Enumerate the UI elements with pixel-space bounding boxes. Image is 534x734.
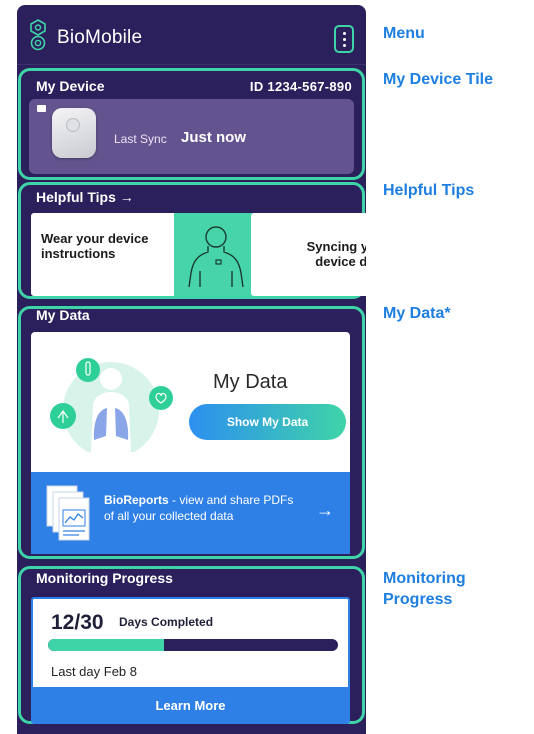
- device-id: ID 1234-567-890: [249, 79, 352, 94]
- tip-card-syncing[interactable]: Syncing your device daily: [251, 213, 366, 296]
- tip-card-text: Syncing your device daily: [306, 239, 366, 269]
- bioreports-banner[interactable]: BioReports - view and share PDFs of all …: [31, 472, 350, 554]
- body-lungs-illustration: [50, 358, 173, 452]
- callout-monitoring-progress-line2: Progress: [383, 591, 453, 608]
- days-completed-count: 12/30: [51, 611, 104, 634]
- bioreports-brand: BioReports: [104, 493, 169, 507]
- callout-my-device-tile: My Device Tile: [383, 71, 493, 88]
- callout-monitoring-progress-line1: Monitoring: [383, 570, 466, 587]
- last-sync-label: Last Sync: [114, 132, 167, 146]
- my-device-title: My Device: [36, 78, 105, 94]
- app-screen: BioMobile My Device ID 1234-567-890 Last…: [17, 5, 366, 734]
- my-data-card: My Data Show My Data: [31, 332, 350, 472]
- bioreports-text: BioReports - view and share PDFs of all …: [104, 492, 304, 524]
- pdf-documents-icon: [46, 485, 90, 541]
- device-card[interactable]: Last Sync Just now: [29, 99, 354, 174]
- callout-menu: Menu: [383, 25, 425, 42]
- menu-dot-icon: [342, 31, 346, 35]
- progress-card: 12/30 Days Completed Last day Feb 8 Lear…: [31, 597, 350, 724]
- callout-monitoring-progress: Monitoring Progress: [383, 568, 466, 610]
- my-data-title: My Data: [36, 307, 90, 323]
- app-title: BioMobile: [57, 27, 143, 48]
- helpful-tips-title[interactable]: Helpful Tips →: [36, 189, 134, 205]
- menu-dot-icon: [342, 43, 346, 47]
- tip-card-wear[interactable]: Wear your device instructions: [31, 213, 257, 296]
- last-day-text: Last day Feb 8: [51, 664, 137, 679]
- my-data-heading: My Data: [213, 371, 288, 393]
- app-header: BioMobile: [17, 5, 366, 65]
- last-sync-value: Just now: [181, 129, 247, 146]
- callout-helpful-tips: Helpful Tips: [383, 182, 475, 199]
- arrow-right-icon[interactable]: →: [316, 500, 334, 521]
- menu-dot-icon: [342, 37, 346, 41]
- body-outline-icon: [188, 226, 244, 288]
- monitoring-progress-title: Monitoring Progress: [36, 570, 173, 586]
- show-my-data-button[interactable]: Show My Data: [189, 404, 346, 440]
- battery-icon: [37, 105, 46, 112]
- days-completed-label: Days Completed: [119, 615, 214, 629]
- tip-card-text: Wear your device instructions: [41, 231, 149, 261]
- progress-bar-fill: [48, 639, 164, 651]
- tip-illustration: [174, 213, 257, 296]
- biomobile-logo-icon: [30, 19, 46, 51]
- progress-bar: [48, 639, 338, 651]
- menu-button[interactable]: [334, 25, 354, 53]
- learn-more-button[interactable]: Learn More: [33, 687, 348, 722]
- device-image: [52, 108, 96, 158]
- callout-my-data: My Data*: [383, 305, 451, 322]
